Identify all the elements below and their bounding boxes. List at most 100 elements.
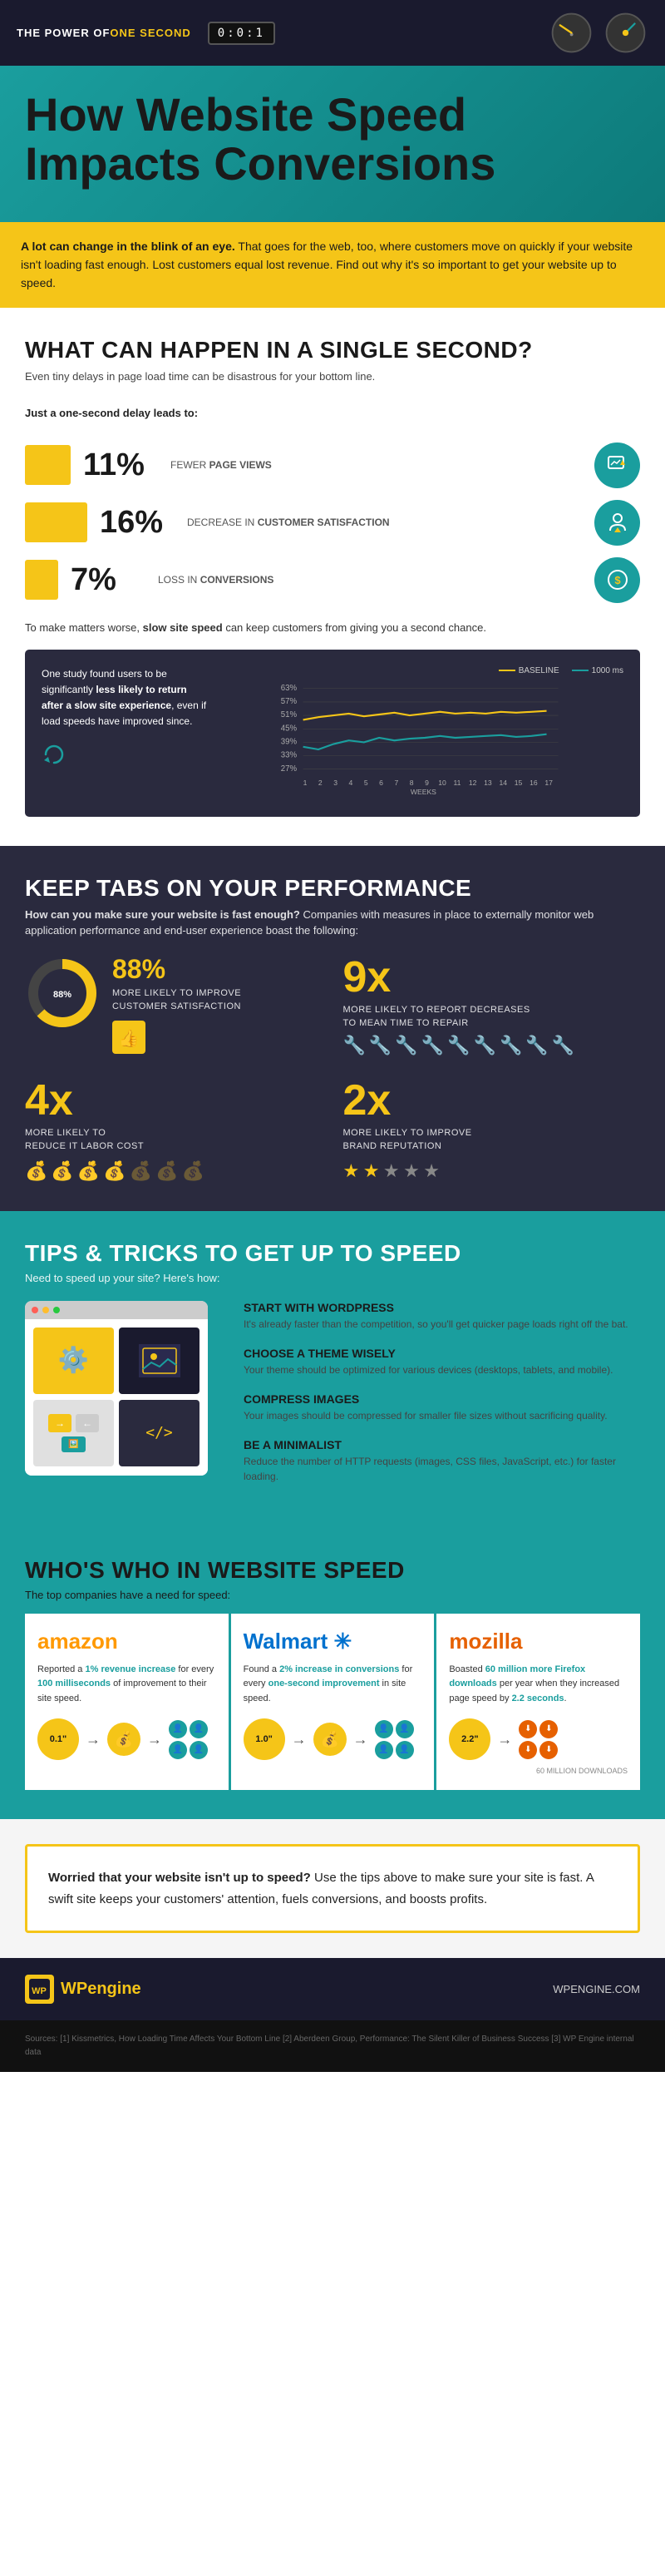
- wrench-icon-1: 🔧: [343, 1035, 366, 1056]
- tip-item-wordpress: START WITH WORDPRESS It's already faster…: [229, 1301, 640, 1332]
- wrench-icon-4: 🔧: [421, 1035, 444, 1056]
- tip-body-minimalist: Reduce the number of HTTP requests (imag…: [229, 1454, 640, 1484]
- fine-print: Sources: [1] Kissmetrics, How Loading Ti…: [0, 2020, 665, 2072]
- gear-icon: ⚙️: [58, 1346, 89, 1375]
- svg-text:3: 3: [333, 779, 337, 787]
- svg-text:8: 8: [410, 779, 414, 787]
- perf-item-4x: 4x MORE LIKELY TOREDUCE IT LABOR COST 💰 …: [25, 1079, 323, 1182]
- wrench-icons: 🔧 🔧 🔧 🔧 🔧 🔧 🔧 🔧 🔧: [343, 1035, 575, 1056]
- amazon-flow: 0.1" → 💰 → 👤 👤 👤 👤: [37, 1718, 216, 1760]
- walmart-desc: Found a 2% increase in conversions for e…: [244, 1663, 422, 1707]
- code-icon: </>: [145, 1424, 173, 1441]
- conclusion-text: Worried that your website isn't up to sp…: [48, 1867, 617, 1910]
- amazon-time-badge: 0.1": [37, 1718, 79, 1760]
- tip-item-theme: CHOOSE A THEME WISELY Your theme should …: [229, 1347, 640, 1377]
- stat-bar-satisfaction: [25, 502, 87, 542]
- perf-desc-2x: MORE LIKELY TO IMPROVEBRAND REPUTATION: [343, 1126, 472, 1154]
- section2-subtitle: How can you make sure your website is fa…: [25, 907, 640, 939]
- stat-bar-pageviews: [25, 445, 71, 485]
- mozilla-arrow-icon: →: [497, 1731, 512, 1748]
- stat-label-conversions: LOSS IN CONVERSIONS: [158, 573, 582, 587]
- svg-text:12: 12: [469, 779, 477, 787]
- wrench-icon-6: 🔧: [474, 1035, 496, 1056]
- tip-body-theme: Your theme should be optimized for vario…: [229, 1362, 640, 1377]
- donut-svg: 88%: [25, 956, 100, 1031]
- walmart-arrow2-icon: →: [353, 1731, 368, 1748]
- stat-number-satisfaction: 16%: [100, 505, 175, 541]
- browser-mockup: ⚙️ → ← 🖼️: [25, 1301, 208, 1476]
- tip-title-minimalist: BE A MINIMALIST: [229, 1438, 640, 1451]
- header: THE POWER OF ONE SECOND 0:0:1 ●: [0, 0, 665, 66]
- footer-url: WPENGINE.COM: [553, 1983, 640, 1995]
- stat-row-pageviews: 11% FEWER PAGE VIEWS: [25, 443, 640, 488]
- svg-text:2: 2: [318, 779, 323, 787]
- section2-title: KEEP TABS ON YOUR PERFORMANCE: [25, 875, 640, 902]
- tips-list: START WITH WORDPRESS It's already faster…: [229, 1301, 640, 1499]
- perf-value-9x: 9x: [343, 956, 575, 999]
- footer-logo: WP WPengine: [25, 1975, 141, 2004]
- svg-text:15: 15: [515, 779, 523, 787]
- amazon-person-1: 👤: [169, 1720, 187, 1738]
- amazon-person-4: 👤: [190, 1741, 208, 1759]
- tip-title-theme: CHOOSE A THEME WISELY: [229, 1347, 640, 1360]
- dollar-icon-inactive-3: 💰: [181, 1160, 204, 1182]
- stat-number-pageviews: 11%: [83, 447, 158, 483]
- section-whos-who: WHO'S WHO IN WEBSITE SPEED The top compa…: [0, 1528, 665, 1820]
- gauge-fast-icon: [603, 10, 648, 56]
- wrench-icon-9: 🔧: [552, 1035, 574, 1056]
- amazon-person-3: 👤: [169, 1741, 187, 1759]
- mozilla-time-badge: 2.2": [449, 1718, 490, 1760]
- svg-text:88%: 88%: [53, 990, 71, 1000]
- svg-text:👍: 👍: [119, 1028, 140, 1048]
- section1-subtitle2: Just a one-second delay leads to:: [25, 405, 640, 422]
- stars-container: ★ ★ ★ ★ ★: [343, 1160, 472, 1182]
- section1-subtitle: Even tiny delays in page load time can b…: [25, 368, 640, 385]
- walmart-time-badge: 1.0": [244, 1718, 285, 1760]
- amazon-logo: amazon: [37, 1629, 216, 1654]
- svg-text:1: 1: [303, 779, 308, 787]
- amazon-arrow2-icon: →: [147, 1731, 162, 1748]
- svg-text:51%: 51%: [281, 710, 298, 719]
- company-card-amazon: amazon Reported a 1% revenue increase fo…: [25, 1614, 229, 1791]
- section-tips: TIPS & TRICKS TO GET UP TO SPEED Need to…: [0, 1211, 665, 1528]
- perf-desc-4x: MORE LIKELY TOREDUCE IT LABOR COST: [25, 1126, 204, 1154]
- mozilla-flow: 2.2" → ⬇ ⬇ ⬇ ⬇: [449, 1718, 628, 1760]
- walmart-flow: 1.0" → 💰 → 👤 👤 👤 👤: [244, 1718, 422, 1760]
- svg-text:17: 17: [544, 779, 553, 787]
- section-single-second: WHAT CAN HAPPEN IN A SINGLE SECOND? Even…: [0, 308, 665, 846]
- star-active-2: ★: [363, 1160, 380, 1181]
- walmart-person-1: 👤: [375, 1720, 393, 1738]
- stat-bars-container: 11% FEWER PAGE VIEWS 16% DECREASE IN CUS…: [25, 443, 640, 603]
- tip-body-compress: Your images should be compressed for sma…: [229, 1408, 640, 1423]
- svg-text:5: 5: [364, 779, 368, 787]
- hero-title: How Website Speed Impacts Conversions: [25, 91, 640, 189]
- svg-text:45%: 45%: [281, 724, 298, 733]
- dollar-icon-active-3: 💰: [77, 1160, 100, 1182]
- svg-text:16: 16: [530, 779, 538, 787]
- gauge-slow-icon: ●: [549, 10, 594, 56]
- svg-text:11: 11: [454, 779, 461, 787]
- company-card-mozilla: mozilla Boasted 60 million more Firefox …: [436, 1614, 640, 1791]
- amazon-coin-icon: 💰: [107, 1723, 140, 1756]
- perf-item-9x: 9x MORE LIKELY TO REPORT DECREASESTO MEA…: [343, 956, 641, 1058]
- browser-block-code: </>: [119, 1400, 200, 1466]
- dollar-icon-active-1: 💰: [25, 1160, 47, 1182]
- tip-body-wordpress: It's already faster than the competition…: [229, 1317, 640, 1332]
- walmart-coin-icon: 💰: [313, 1723, 347, 1756]
- mozilla-desc: Boasted 60 million more Firefox download…: [449, 1663, 628, 1707]
- perf-item-88: 88% 88% MORE LIKELY TO IMPROVECUSTOMER S…: [25, 956, 323, 1058]
- perf-value-4x: 4x: [25, 1079, 204, 1122]
- dollar-icon: $: [606, 568, 629, 591]
- svg-text:27%: 27%: [281, 764, 298, 773]
- mozilla-download-icons: ⬇ ⬇ ⬇ ⬇: [519, 1720, 558, 1759]
- svg-text:13: 13: [484, 779, 492, 787]
- svg-text:4: 4: [349, 779, 353, 787]
- dollar-icon-inactive-1: 💰: [130, 1160, 152, 1182]
- graph-description: One study found users to be significantl…: [42, 666, 208, 773]
- browser-dot-green: [53, 1307, 60, 1313]
- intro-box: A lot can change in the blink of an eye.…: [0, 222, 665, 308]
- wp-icon: WP: [29, 1979, 50, 2000]
- browser-content: ⚙️ → ← 🖼️: [25, 1319, 208, 1476]
- mozilla-logo: mozilla: [449, 1629, 628, 1654]
- company-cards: amazon Reported a 1% revenue increase fo…: [25, 1614, 640, 1791]
